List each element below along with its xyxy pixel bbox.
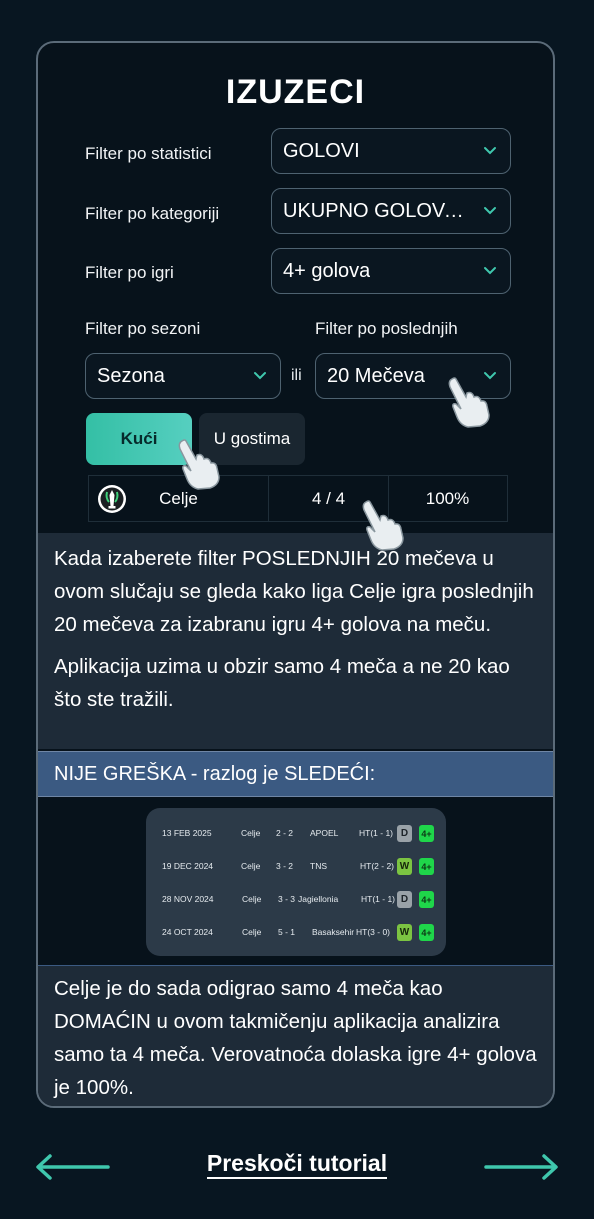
filter-category-select[interactable]: UKUPNO GOLOVA ...: [271, 188, 511, 234]
card-title: IZUZECI: [225, 73, 366, 111]
match-row: 19 DEC 2024 Celje 3 - 2 TNS HT(2 - 2) W …: [146, 858, 446, 876]
match-halftime: HT(1 - 1): [361, 894, 395, 904]
match-date: 13 FEB 2025: [162, 828, 212, 838]
explanation-paragraph-1: Kada izaberete filter POSLEDNJIH 20 meče…: [54, 547, 534, 636]
filter-stat-select[interactable]: GOLOVI: [271, 128, 511, 174]
tap-hand-icon: [178, 439, 220, 490]
chevron-down-icon: [484, 147, 496, 155]
match-row: 24 OCT 2024 Celje 5 - 1 Basaksehir HT(3 …: [146, 924, 446, 942]
chevron-down-icon: [484, 267, 496, 275]
filter-season-select[interactable]: Sezona: [85, 353, 281, 399]
chevron-down-icon: [484, 207, 496, 215]
match-row: 28 NOV 2024 Celje 3 - 3 Jagiellonia HT(1…: [146, 891, 446, 909]
result-badge: D: [397, 891, 412, 908]
matches-card: 13 FEB 2025 Celje 2 - 2 APOEL HT(1 - 1) …: [146, 808, 446, 956]
filter-stat-label: Filter po statistici: [85, 144, 212, 163]
match-score: 3 - 2: [276, 861, 294, 871]
filter-game-select[interactable]: 4+ golova: [271, 248, 511, 294]
match-row: 13 FEB 2025 Celje 2 - 2 APOEL HT(1 - 1) …: [146, 825, 446, 843]
match-home: Celje: [241, 861, 261, 871]
match-halftime: HT(3 - 0): [356, 927, 390, 937]
match-halftime: HT(2 - 2): [360, 861, 394, 871]
next-arrow-icon[interactable]: [484, 1152, 560, 1182]
goals-badge: 4+: [419, 825, 434, 842]
match-score: 3 - 3: [278, 894, 296, 904]
filter-season-label: Filter po sezoni: [85, 319, 201, 338]
goals-badge: 4+: [419, 891, 434, 908]
filter-game-label: Filter po igri: [85, 263, 174, 282]
chevron-down-icon: [254, 372, 266, 380]
result-badge: W: [397, 858, 412, 875]
match-home: Celje: [241, 828, 261, 838]
conclusion-text: Celje je do sada odigrao samo 4 meča kao…: [54, 977, 537, 1099]
not-error-banner: NIJE GREŠKA - razlog je SLEDEĆI:: [38, 751, 553, 797]
match-home: Celje: [242, 894, 262, 904]
result-badge: D: [397, 825, 412, 842]
result-row[interactable]: Celje 4 / 4 100%: [88, 475, 508, 522]
explanation-panel: Kada izaberete filter POSLEDNJIH 20 meče…: [38, 533, 553, 749]
or-label: ili: [291, 367, 302, 384]
filter-category-value: UKUPNO GOLOVA ...: [283, 199, 474, 222]
filter-season-value: Sezona: [97, 364, 165, 387]
tap-hand-icon: [362, 500, 404, 551]
filter-last-value: 20 Mečeva: [327, 364, 425, 387]
match-away: APOEL: [310, 828, 339, 838]
trophy-logo-icon: [98, 485, 126, 513]
match-score: 5 - 1: [278, 927, 296, 937]
filter-category-label: Filter po kategoriji: [85, 204, 220, 223]
conclusion-panel: Celje je do sada odigrao samo 4 meča kao…: [38, 965, 553, 1106]
tutorial-card: IZUZECI Filter po statistici GOLOVI Filt…: [36, 41, 555, 1108]
tap-hand-icon: [448, 377, 490, 428]
goals-badge: 4+: [419, 924, 434, 941]
match-date: 24 OCT 2024: [162, 927, 213, 937]
match-away: Basaksehir: [312, 927, 355, 937]
explanation-paragraph-2: Aplikacija uzima u obzir samo 4 meča a n…: [54, 655, 510, 711]
match-away: TNS: [310, 861, 327, 871]
match-away: Jagiellonia: [298, 894, 339, 904]
match-halftime: HT(1 - 1): [359, 828, 393, 838]
match-date: 28 NOV 2024: [162, 894, 214, 904]
result-badge: W: [397, 924, 412, 941]
filter-last-label: Filter po poslednjih: [315, 319, 458, 338]
filter-game-value: 4+ golova: [283, 259, 371, 282]
match-home: Celje: [242, 927, 262, 937]
match-date: 19 DEC 2024: [162, 861, 214, 871]
team-name: Celje: [159, 488, 198, 508]
goals-badge: 4+: [419, 858, 434, 875]
skip-tutorial-label: Preskoči tutorial: [206, 1150, 388, 1179]
filter-stat-value: GOLOVI: [283, 139, 360, 162]
match-score: 2 - 2: [276, 828, 294, 838]
